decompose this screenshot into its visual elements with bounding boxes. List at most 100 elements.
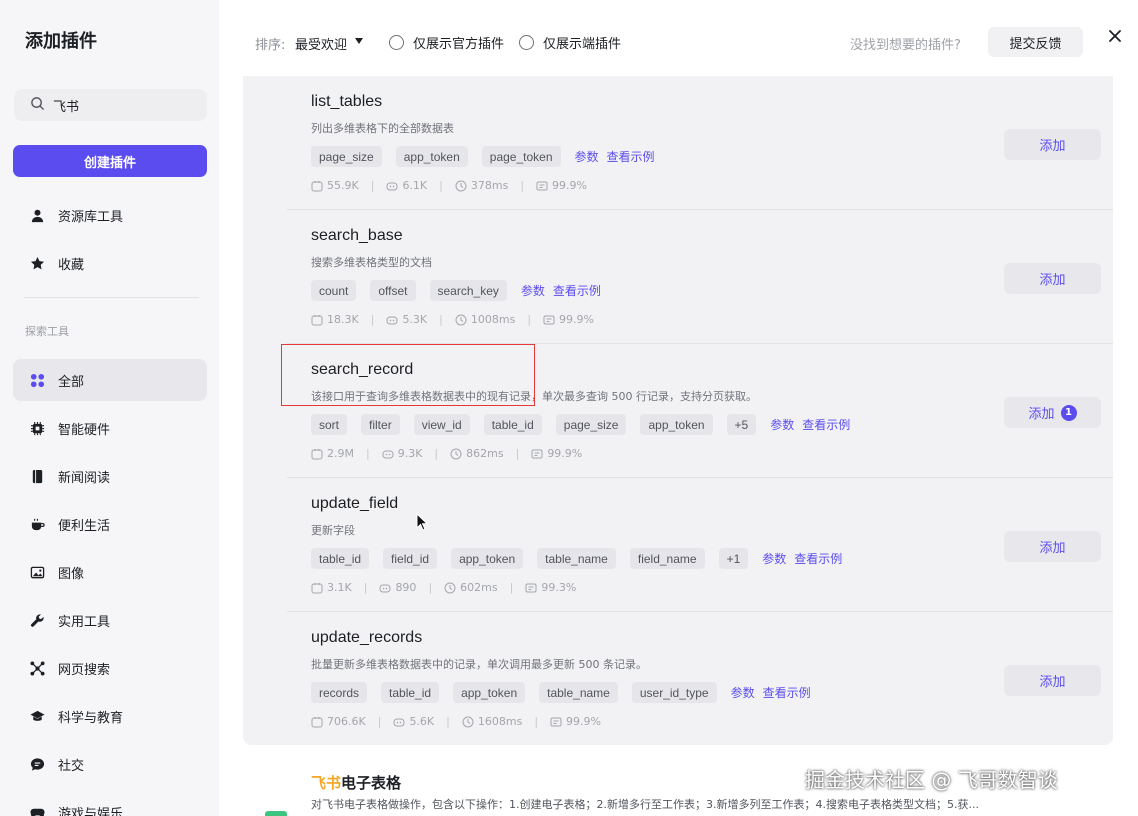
sidebar-item-lifestyle[interactable]: 便利生活 xyxy=(13,503,207,545)
submit-feedback-button[interactable]: 提交反馈 xyxy=(988,27,1083,57)
sidebar-item-all[interactable]: 全部 xyxy=(13,359,207,401)
clock-icon xyxy=(450,448,462,459)
sidebar-item-web-search[interactable]: 网页搜索 xyxy=(13,647,207,689)
success-icon xyxy=(536,181,548,190)
official-only-radio[interactable]: 仅展示官方插件 xyxy=(389,33,504,52)
watermark-text: 掘金技术社区 @ 飞哥数智谈 xyxy=(805,768,1058,792)
param-tag: records xyxy=(311,682,368,703)
more-params-tag[interactable]: +5 xyxy=(726,414,757,435)
view-example-link[interactable]: 查看示例 xyxy=(553,282,601,299)
sidebar-item-library-tools[interactable]: 资源库工具 xyxy=(13,194,207,236)
plugin-tool-list: list_tables 列出多维表格下的全部数据表 page_size app_… xyxy=(243,76,1113,745)
star-icon xyxy=(29,255,45,271)
bot-icon xyxy=(382,450,394,458)
params-link[interactable]: 参数 xyxy=(770,416,794,433)
success-rate-stat: 99.9% xyxy=(536,179,587,192)
param-tags: sort filter view_id table_id page_size a… xyxy=(311,414,858,435)
bot-icon xyxy=(393,718,405,726)
param-tag: app_token xyxy=(640,414,713,435)
tool-row-search-record: search_record 该接口用于查询多维表格数据表中的现有记录，单次最多查… xyxy=(287,344,1113,478)
view-example-link[interactable]: 查看示例 xyxy=(794,550,842,567)
param-tag: table_id xyxy=(483,414,542,435)
sidebar-item-label: 新闻阅读 xyxy=(58,470,111,486)
plugin-title-brand: 飞书 xyxy=(311,774,342,792)
view-example-link[interactable]: 查看示例 xyxy=(802,416,850,433)
add-tool-button[interactable]: 添加 xyxy=(1004,531,1101,562)
gamepad-icon xyxy=(29,804,45,816)
tool-stats: 2.9M | 9.3K | 862ms | 99.9% xyxy=(311,447,582,460)
chat-icon xyxy=(29,756,45,772)
sidebar-item-label: 图像 xyxy=(58,566,85,582)
param-tag: page_token xyxy=(481,146,561,167)
param-tag: field_name xyxy=(629,548,705,569)
clock-icon xyxy=(455,180,467,191)
client-only-radio[interactable]: 仅展示端插件 xyxy=(519,33,621,52)
caret-down-icon[interactable] xyxy=(355,38,363,44)
section-heading: 探索工具 xyxy=(25,325,69,338)
params-link[interactable]: 参数 xyxy=(521,282,545,299)
success-icon xyxy=(550,717,562,726)
sidebar-item-science-education[interactable]: 科学与教育 xyxy=(13,695,207,737)
bot-count-stat: 5.6K xyxy=(393,715,434,728)
param-tag: user_id_type xyxy=(631,682,717,703)
param-tags: count offset search_key 参数 查看示例 xyxy=(311,280,609,301)
param-tag: page_size xyxy=(555,414,627,435)
plugin-description: 对飞书电子表格做操作，包含以下操作：1.创建电子表格；2.新增多行至工作表；3.… xyxy=(311,798,979,811)
add-tool-button[interactable]: 添加 xyxy=(1004,129,1101,160)
sidebar-item-utilities[interactable]: 实用工具 xyxy=(13,599,207,641)
view-example-link[interactable]: 查看示例 xyxy=(763,684,811,701)
plugin-search-input[interactable]: 飞书 xyxy=(14,89,207,121)
sidebar-item-label: 全部 xyxy=(58,374,85,390)
sidebar-item-social[interactable]: 社交 xyxy=(13,743,207,785)
params-link[interactable]: 参数 xyxy=(731,684,755,701)
book-icon xyxy=(29,468,45,484)
params-link[interactable]: 参数 xyxy=(762,550,786,567)
tool-row-list-tables: list_tables 列出多维表格下的全部数据表 page_size app_… xyxy=(287,76,1113,210)
tool-row-update-records: update_records 批量更新多维表格数据表中的记录，单次调用最多更新 … xyxy=(287,612,1113,746)
param-tag: table_id xyxy=(381,682,440,703)
add-tool-button[interactable]: 添加 xyxy=(1004,665,1101,696)
bot-icon xyxy=(386,182,398,190)
close-icon[interactable] xyxy=(1107,28,1123,44)
latency-stat: 862ms xyxy=(450,447,504,460)
add-tool-button[interactable]: 添加 xyxy=(1004,263,1101,294)
sidebar-item-label: 智能硬件 xyxy=(58,422,111,438)
param-tag: table_id xyxy=(311,548,370,569)
param-tag: app_token xyxy=(451,548,524,569)
wrench-icon xyxy=(29,612,45,628)
sidebar-item-image[interactable]: 图像 xyxy=(13,551,207,593)
view-example-link[interactable]: 查看示例 xyxy=(607,148,655,165)
filter-bar: 排序: 最受欢迎 仅展示官方插件 仅展示端插件 没找到想要的插件? 提交反馈 xyxy=(219,0,1138,76)
sidebar-item-smart-hardware[interactable]: 智能硬件 xyxy=(13,407,207,449)
param-tag: table_name xyxy=(537,548,616,569)
plugin-title[interactable]: 飞书电子表格 xyxy=(311,772,401,793)
call-count-stat: 55.9K xyxy=(311,179,359,192)
latency-stat: 378ms xyxy=(455,179,508,192)
param-tag: search_key xyxy=(429,280,507,301)
tool-stats: 18.3K | 5.3K | 1008ms | 99.9% xyxy=(311,313,594,326)
sidebar-item-label: 资源库工具 xyxy=(58,209,124,225)
param-tag: field_id xyxy=(383,548,438,569)
grid-icon xyxy=(29,372,45,388)
bot-icon xyxy=(386,316,398,324)
sidebar-item-favorites[interactable]: 收藏 xyxy=(13,242,207,284)
add-tool-button[interactable]: 添加 1 xyxy=(1004,397,1101,428)
not-found-hint: 没找到想要的插件? xyxy=(850,38,961,53)
params-link[interactable]: 参数 xyxy=(575,148,599,165)
success-rate-stat: 99.9% xyxy=(531,447,582,460)
more-params-tag[interactable]: +1 xyxy=(718,548,749,569)
user-icon xyxy=(29,207,45,223)
sidebar-item-news[interactable]: 新闻阅读 xyxy=(13,455,207,497)
clock-icon xyxy=(444,582,456,593)
create-plugin-button[interactable]: 创建插件 xyxy=(13,145,207,177)
sidebar-item-label: 科学与教育 xyxy=(58,710,124,726)
tool-stats: 3.1K | 890 | 602ms | 99.3% xyxy=(311,581,576,594)
tool-description: 该接口用于查询多维表格数据表中的现有记录，单次最多查询 500 行记录，支持分页… xyxy=(311,390,757,403)
dialog-title: 添加插件 xyxy=(25,31,97,52)
network-icon xyxy=(29,660,45,676)
param-tag: count xyxy=(311,280,357,301)
sort-dropdown[interactable]: 最受欢迎 xyxy=(295,34,347,53)
sidebar-item-games[interactable]: 游戏与娱乐 xyxy=(13,791,207,816)
latency-stat: 602ms xyxy=(444,581,498,594)
success-icon xyxy=(525,583,537,592)
